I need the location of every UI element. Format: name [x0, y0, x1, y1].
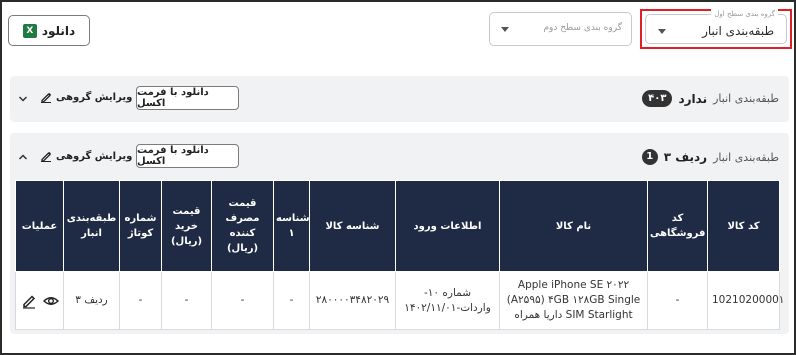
pencil-icon: [41, 152, 51, 162]
col-header-id: شناسه کالا: [309, 180, 396, 272]
download-excel-button[interactable]: دانلود با فرمت اکسل: [136, 86, 239, 110]
col-header-consumer-price: قیمت مصرف کننده (ریال): [211, 180, 274, 272]
cell-id1: -: [273, 271, 310, 330]
col-header-ops: عملیات: [15, 180, 64, 272]
group-value: ندارد: [678, 91, 708, 106]
col-header-entry: اطلاعات ورود: [395, 180, 500, 272]
cell-consumer-price: -: [211, 271, 274, 330]
group-panel: طبقه‌بندی انبار ندارد ۴۰۳ دانلود با فرمت…: [10, 76, 789, 122]
row-ops: [15, 271, 64, 330]
level1-group-select[interactable]: گروه بندی سطح اول طبقه‌بندی انبار: [645, 9, 787, 44]
cell-store-code: -: [647, 271, 708, 330]
edit-group-label: ویرایش گروهی: [56, 91, 133, 103]
eye-icon[interactable]: [42, 293, 59, 309]
edit-group-label: ویرایش گروهی: [56, 150, 133, 162]
cell-category: ردیف ۳: [63, 271, 120, 330]
level1-group-select-value: طبقه‌بندی انبار: [702, 24, 774, 38]
group-header[interactable]: طبقه‌بندی انبار ندارد ۴۰۳: [642, 90, 779, 107]
cell-id: ۲۸۰۰۰۰۳۴۸۲۰۲۹: [309, 271, 396, 330]
download-button-label: دانلود: [41, 23, 76, 38]
level2-group-select-placeholder: گروه بندی سطح دوم: [543, 23, 622, 33]
download-excel-button[interactable]: دانلود با فرمت اکسل: [136, 144, 239, 168]
group-header[interactable]: طبقه‌بندی انبار ردیف ۳ 1: [641, 149, 779, 165]
excel-icon: X: [22, 23, 37, 38]
chevron-down-icon: [658, 29, 666, 34]
group-label: طبقه‌بندی انبار: [713, 92, 779, 105]
group-panel: طبقه‌بندی انبار ردیف ۳ 1 دانلود با فرمت …: [10, 133, 789, 334]
col-header-name: نام کالا: [499, 180, 648, 272]
products-table: عملیات طبقه‌بندی انبار شماره کوتاژ قیمت …: [15, 180, 784, 330]
chevron-down-icon: [501, 27, 509, 32]
cell-name: Apple iPhone SE ۲۰۲۲ (A۲۵۹۵) ۴GB ۱۲۸GB S…: [499, 271, 648, 330]
cell-container: -: [119, 271, 162, 330]
col-header-container: شماره کوتاژ: [119, 180, 162, 272]
col-header-buy-price: قیمت خرید (ریال): [161, 180, 212, 272]
group-label: طبقه‌بندی انبار: [713, 150, 779, 164]
group-count-badge: ۴۰۳: [642, 90, 673, 107]
col-header-code: کد کالا: [707, 180, 780, 272]
chevron-down-icon[interactable]: [18, 94, 28, 104]
level2-group-select[interactable]: گروه بندی سطح دوم: [489, 12, 632, 46]
col-header-id1: شناسه ۱: [273, 180, 310, 272]
pencil-icon: [41, 93, 51, 103]
col-header-category: طبقه‌بندی انبار: [63, 180, 120, 272]
cell-code: 1021020000۱: [707, 271, 784, 330]
cell-entry: شماره ۱۰- واردات-۱۴۰۲/۱۱/۰۱: [395, 271, 500, 330]
col-header-store-code: کد فروشگاهی: [647, 180, 708, 272]
level1-group-select-highlight: گروه بندی سطح اول طبقه‌بندی انبار: [640, 9, 792, 49]
edit-group-button[interactable]: ویرایش گروهی: [40, 91, 132, 103]
group-count-badge: 1: [641, 149, 658, 165]
level1-group-select-label: گروه بندی سطح اول: [711, 9, 778, 19]
chevron-up-icon[interactable]: [18, 152, 28, 162]
table-header-row: عملیات طبقه‌بندی انبار شماره کوتاژ قیمت …: [15, 180, 780, 272]
table-row: ردیف ۳ - - - - ۲۸۰۰۰۰۳۴۸۲۰۲۹ شماره ۱۰- و…: [15, 271, 784, 330]
edit-group-button[interactable]: ویرایش گروهی: [40, 150, 132, 162]
pencil-icon[interactable]: [21, 293, 37, 309]
cell-buy-price: -: [161, 271, 212, 330]
download-button[interactable]: X دانلود: [8, 15, 90, 46]
group-value: ردیف ۳: [663, 150, 708, 164]
